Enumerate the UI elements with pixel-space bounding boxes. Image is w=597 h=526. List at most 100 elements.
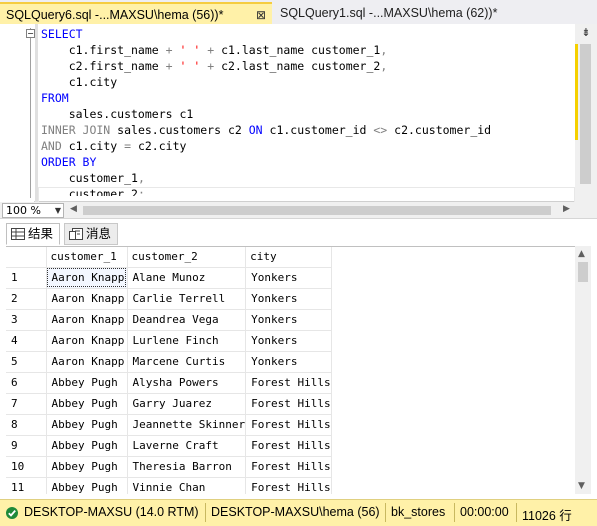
table-cell[interactable]: Abbey Pugh <box>46 477 128 494</box>
table-cell[interactable]: Jeannette Skinner <box>127 414 247 436</box>
table-cell[interactable]: Carlie Terrell <box>127 288 247 310</box>
column-header-customer-2[interactable]: customer_2 <box>127 247 247 268</box>
editor-scroll-thumb[interactable] <box>580 44 591 184</box>
table-cell[interactable]: Aaron Knapp <box>46 330 128 352</box>
scroll-up-icon[interactable]: ▲ <box>578 249 585 259</box>
table-cell[interactable]: Forest Hills <box>245 393 332 415</box>
column-header-customer-1[interactable]: customer_1 <box>46 247 128 268</box>
code-line[interactable]: ORDER BY <box>41 154 575 170</box>
check-circle-icon <box>6 507 18 519</box>
code-line[interactable]: SELECT <box>41 26 575 42</box>
table-cell[interactable]: Laverne Craft <box>127 435 247 457</box>
table-row[interactable]: 11 Abbey Pugh Vinnie Chan Forest Hills <box>6 477 332 494</box>
table-cell[interactable]: Yonkers <box>245 330 332 352</box>
table-row[interactable]: 6 Abbey Pugh Alysha Powers Forest Hills <box>6 372 332 394</box>
code-line[interactable]: INNER JOIN sales.customers c2 ON c1.cust… <box>41 122 575 138</box>
table-cell[interactable]: Yonkers <box>245 351 332 373</box>
code-line[interactable]: customer_2; <box>41 186 575 196</box>
table-cell[interactable]: Aaron Knapp <box>46 309 128 331</box>
code-line[interactable]: AND c1.city = c2.city <box>41 138 575 154</box>
row-number-cell[interactable]: 8 <box>6 414 47 436</box>
code-token: , <box>380 43 388 57</box>
editor-vertical-scrollbar[interactable]: ⇟ <box>575 24 597 202</box>
close-icon[interactable]: ⊠ <box>256 4 266 26</box>
table-cell[interactable]: Vinnie Chan <box>127 477 247 494</box>
row-number-cell[interactable]: 9 <box>6 435 47 457</box>
row-number-cell[interactable]: 11 <box>6 477 47 494</box>
table-cell[interactable]: Lurlene Finch <box>127 330 247 352</box>
split-editor-icon[interactable]: ⇟ <box>578 26 594 40</box>
tab-sqlquery6[interactable]: SQLQuery6.sql -...MAXSU\hema (56))* ⊠ <box>0 2 272 24</box>
table-cell[interactable]: Abbey Pugh <box>46 393 128 415</box>
tab-results[interactable]: 结果 <box>6 223 61 245</box>
grid-vertical-scrollbar[interactable]: ▲ ▼ <box>575 246 591 494</box>
table-row[interactable]: 9 Abbey Pugh Laverne Craft Forest Hills <box>6 435 332 457</box>
table-row[interactable]: 1 Aaron Knapp Alane Munoz Yonkers <box>6 267 332 289</box>
table-cell[interactable]: Marcene Curtis <box>127 351 247 373</box>
code-token: sales.customers c2 <box>110 123 249 137</box>
row-number-cell[interactable]: 1 <box>6 267 47 289</box>
tab-sqlquery1[interactable]: SQLQuery1.sql -...MAXSU\hema (62))* <box>274 2 514 24</box>
row-number-cell[interactable]: 3 <box>6 309 47 331</box>
table-cell[interactable]: Forest Hills <box>245 435 332 457</box>
code-line[interactable]: FROM <box>41 90 575 106</box>
table-cell[interactable]: Aaron Knapp <box>46 351 128 373</box>
zoom-dropdown[interactable]: 100 % ▼ <box>2 203 64 218</box>
row-number-cell[interactable]: 5 <box>6 351 47 373</box>
table-cell[interactable]: Abbey Pugh <box>46 372 128 394</box>
code-token: c1.customer_id <box>262 123 374 137</box>
table-cell[interactable]: Yonkers <box>245 309 332 331</box>
code-area[interactable]: SELECT c1.first_name + ' ' + c1.last_nam… <box>41 26 575 196</box>
table-cell[interactable]: Theresia Barron <box>127 456 247 478</box>
table-row[interactable]: 4 Aaron Knapp Lurlene Finch Yonkers <box>6 330 332 352</box>
table-cell[interactable]: Aaron Knapp <box>46 288 128 310</box>
tab-messages[interactable]: 消息 <box>64 223 119 245</box>
table-cell[interactable]: Abbey Pugh <box>46 414 128 436</box>
table-row[interactable]: 5 Aaron Knapp Marcene Curtis Yonkers <box>6 351 332 373</box>
table-cell[interactable]: Abbey Pugh <box>46 456 128 478</box>
code-line[interactable]: c2.first_name + ' ' + c2.last_name custo… <box>41 58 575 74</box>
table-cell[interactable]: Alane Munoz <box>127 267 247 289</box>
table-cell[interactable]: Abbey Pugh <box>46 435 128 457</box>
sql-editor[interactable]: − SELECT c1.first_name + ' ' + c1.last_n… <box>0 24 597 203</box>
code-token: , <box>137 171 145 185</box>
collapse-icon[interactable]: − <box>26 29 35 38</box>
table-row[interactable]: 2 Aaron Knapp Carlie Terrell Yonkers <box>6 288 332 310</box>
results-grid[interactable]: customer_1 customer_2 city 1 Aaron Knapp A… <box>6 246 575 494</box>
code-token: SELECT <box>41 27 83 41</box>
scroll-left-icon[interactable]: ◀ <box>70 204 77 214</box>
table-row[interactable]: 7 Abbey Pugh Garry Juarez Forest Hills <box>6 393 332 415</box>
scroll-down-icon[interactable]: ▼ <box>578 481 585 491</box>
row-number-cell[interactable]: 6 <box>6 372 47 394</box>
table-cell[interactable]: Alysha Powers <box>127 372 247 394</box>
horizontal-scroll-thumb[interactable] <box>83 206 551 215</box>
status-divider <box>454 503 455 522</box>
code-line[interactable]: customer_1, <box>41 170 575 186</box>
row-number-header[interactable] <box>6 247 47 268</box>
table-cell[interactable]: Yonkers <box>245 267 332 289</box>
table-row[interactable]: 3 Aaron Knapp Deandrea Vega Yonkers <box>6 309 332 331</box>
row-number-cell[interactable]: 10 <box>6 456 47 478</box>
table-cell[interactable]: Forest Hills <box>245 456 332 478</box>
table-row[interactable]: 10 Abbey Pugh Theresia Barron Forest Hills <box>6 456 332 478</box>
grid-scroll-thumb[interactable] <box>578 262 588 282</box>
table-row[interactable]: 8 Abbey Pugh Jeannette Skinner Forest Hills <box>6 414 332 436</box>
code-line[interactable]: c1.city <box>41 74 575 90</box>
code-token: ORDER BY <box>41 155 97 169</box>
code-line[interactable]: sales.customers c1 <box>41 106 575 122</box>
table-cell[interactable]: Aaron Knapp <box>46 267 128 289</box>
row-number-cell[interactable]: 4 <box>6 330 47 352</box>
status-bar: DESKTOP-MAXSU (14.0 RTM) DESKTOP-MAXSU\h… <box>0 499 597 526</box>
scroll-right-icon[interactable]: ▶ <box>563 204 570 214</box>
table-cell[interactable]: Forest Hills <box>245 414 332 436</box>
code-line[interactable]: c1.first_name + ' ' + c1.last_name custo… <box>41 42 575 58</box>
zoom-bar: 100 % ▼ ◀ ▶ <box>0 202 597 219</box>
table-cell[interactable]: Garry Juarez <box>127 393 247 415</box>
column-header-city[interactable]: city <box>245 247 332 268</box>
table-cell[interactable]: Deandrea Vega <box>127 309 247 331</box>
table-cell[interactable]: Forest Hills <box>245 477 332 494</box>
row-number-cell[interactable]: 7 <box>6 393 47 415</box>
table-cell[interactable]: Yonkers <box>245 288 332 310</box>
table-cell[interactable]: Forest Hills <box>245 372 332 394</box>
row-number-cell[interactable]: 2 <box>6 288 47 310</box>
